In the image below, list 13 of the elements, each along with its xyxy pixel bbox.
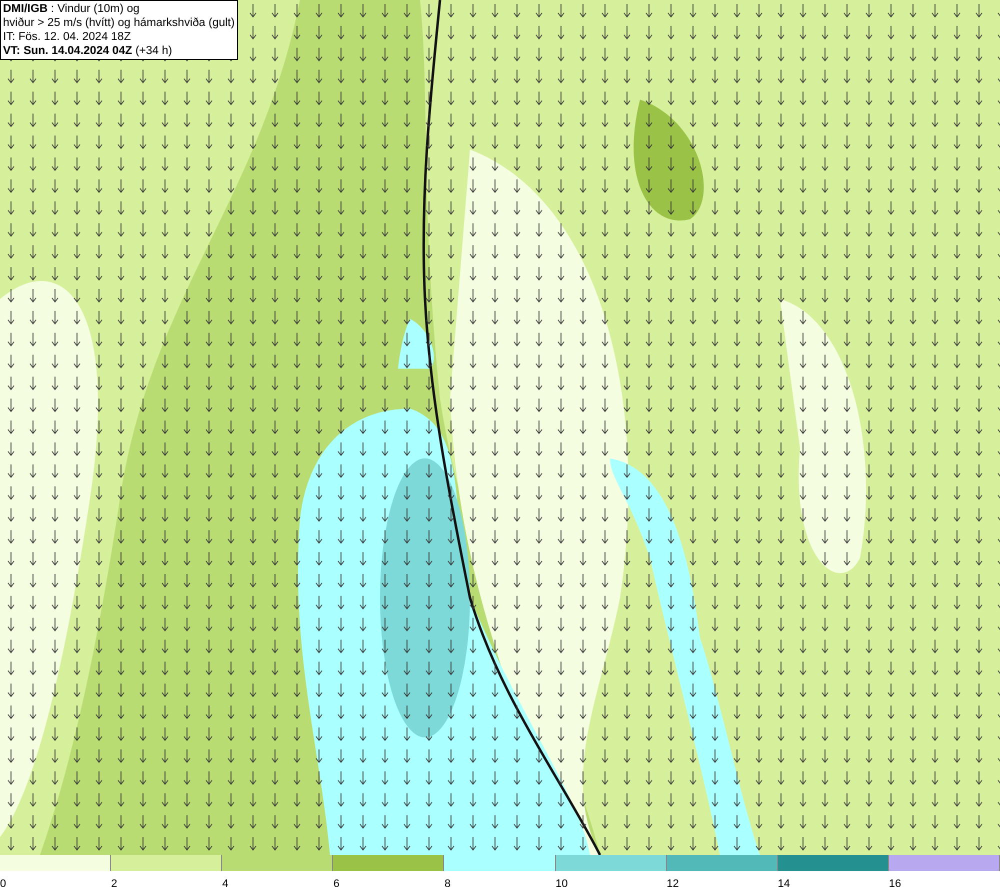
info-line: VT: Sun. 14.04.2024 04Z (+34 h) <box>3 44 174 58</box>
legend-label: 2 <box>111 878 118 887</box>
legend-label: 14 <box>778 878 790 887</box>
legend-label: 10 <box>556 878 568 887</box>
info-line: hviður > 25 m/s (hvítt) og hámarkshviða (gult) <box>3 16 235 30</box>
legend-label: 6 <box>333 878 340 887</box>
legend-label: 8 <box>444 878 451 887</box>
legend-label: 16 <box>888 878 902 887</box>
legend-label: 4 <box>222 878 228 887</box>
info-line: DMI/IGB : Vindur (10m) og <box>3 2 141 16</box>
info-line: IT: Fös. 12. 04. 2024 18Z <box>3 30 132 44</box>
legend-label: 0 <box>0 878 6 887</box>
legend-label: 12 <box>666 878 679 887</box>
